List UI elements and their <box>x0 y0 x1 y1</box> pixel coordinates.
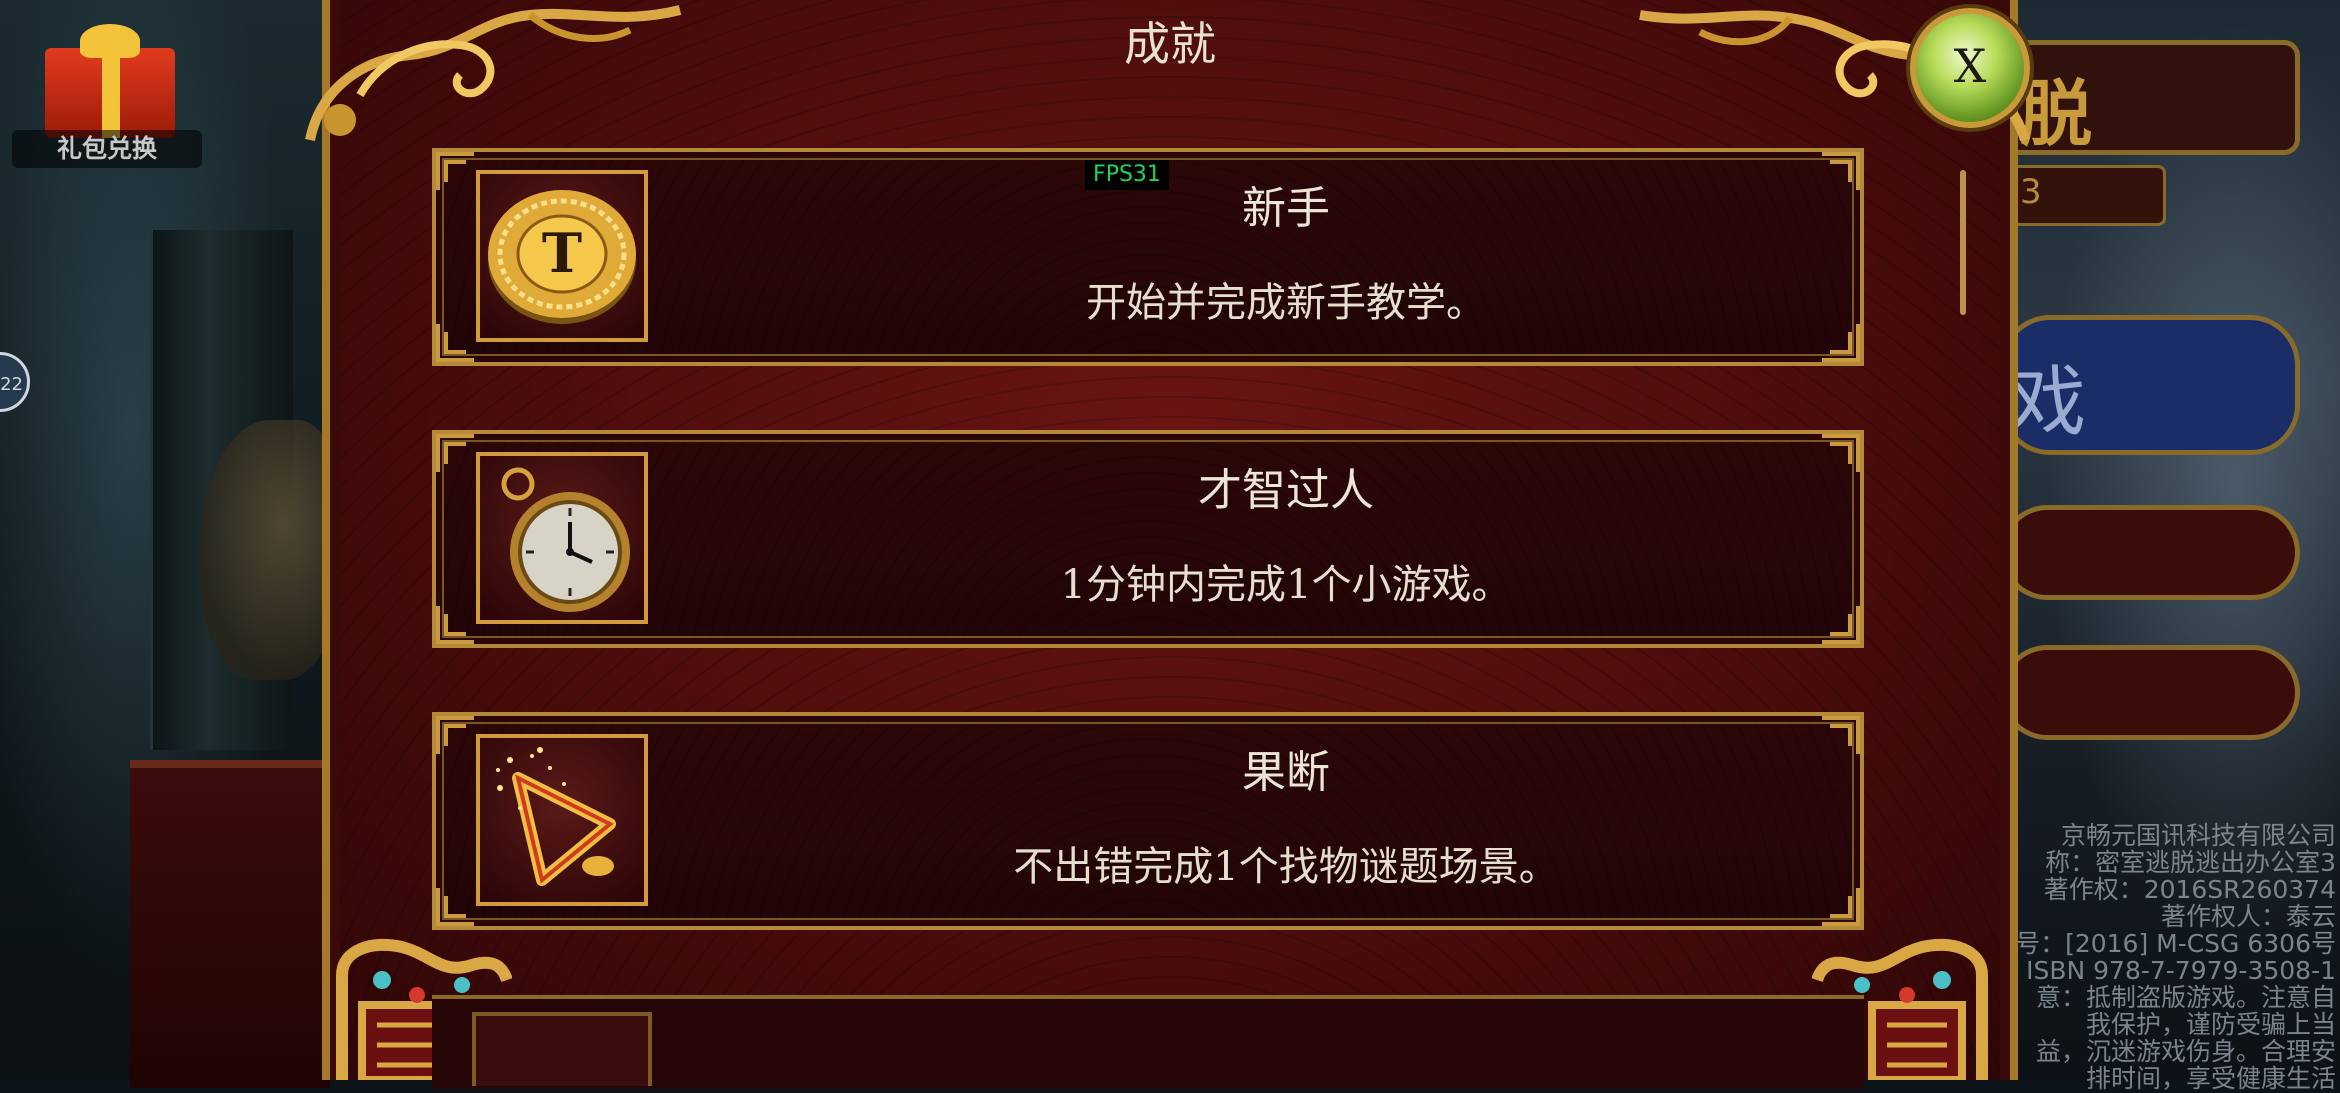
card-corner-ornament <box>1822 888 1860 926</box>
credit-line: 意：抵制盗版游戏。注意自 <box>2035 983 2336 1012</box>
gift-bow <box>80 24 140 58</box>
level-number: 3 <box>2020 172 2042 212</box>
card-corner-ornament <box>436 434 474 472</box>
achievement-description: 开始并完成新手教学。 <box>1086 280 1486 326</box>
credit-line: 号：[2016] M-CSG 6306号 <box>2015 929 2336 958</box>
gift-redeem-label[interactable]: 礼包兑换 <box>12 130 202 168</box>
achievement-card: 果断 不出错完成1个找物谜题场景。 <box>432 712 1864 930</box>
achievement-icon-frame: T <box>476 170 648 342</box>
card-corner-ornament <box>436 152 474 190</box>
menu-button-1[interactable] <box>2000 505 2300 600</box>
achievement-icon-frame-partial <box>472 1012 652 1086</box>
dialog-title: 成就 <box>1124 17 1216 71</box>
card-corner-ornament <box>1822 606 1860 644</box>
credit-line: 排时间，享受健康生活 <box>2085 1064 2336 1093</box>
credit-line: 京畅元国讯科技有限公司 <box>2060 821 2336 850</box>
background-table <box>130 760 330 1088</box>
card-corner-ornament <box>436 888 474 926</box>
pocket-watch-icon <box>501 467 630 612</box>
credit-line: 益，沉迷游戏伤身。合理安 <box>2035 1037 2336 1066</box>
achievement-title: 才智过人 <box>1198 465 1374 516</box>
achievement-title: 果断 <box>1242 747 1330 798</box>
achievement-icon-frame <box>476 734 648 906</box>
top-left-ornament <box>305 5 682 142</box>
fps-counter: FPS31 <box>1085 160 1169 190</box>
credit-line: 著作权人：泰云 <box>2160 902 2336 931</box>
menu-button-2[interactable] <box>2000 645 2300 740</box>
credit-line: 称：密室逃脱逃出办公室3 <box>2045 848 2336 877</box>
card-corner-ornament <box>436 716 474 754</box>
gift-ribbon <box>102 48 120 138</box>
achievement-card: 才智过人 1分钟内完成1个小游戏。 <box>432 430 1864 648</box>
card-corner-ornament <box>1822 324 1860 362</box>
close-button[interactable]: X <box>1910 8 2030 128</box>
card-corner-ornament <box>436 606 474 644</box>
achievement-title: 新手 <box>1242 183 1330 234</box>
svg-text:T: T <box>542 221 582 285</box>
copyright-credits: 京畅元国讯科技有限公司 称：密室逃脱逃出办公室3 著作权：2016SR26037… <box>1986 822 2336 1092</box>
background-dragon-statue <box>200 420 340 680</box>
credit-line: 我保护，谨防受骗上当 <box>2085 1010 2336 1039</box>
play-game-label: 戏 <box>2010 357 2086 446</box>
credit-line: ISBN 978-7-7979-3508-1 <box>2026 956 2336 985</box>
card-corner-ornament <box>436 324 474 362</box>
t-coin-icon: T <box>488 190 636 324</box>
achievement-description: 不出错完成1个找物谜题场景。 <box>1013 844 1559 890</box>
achievement-icon-frame <box>476 452 648 624</box>
credit-line: 著作权：2016SR260374 <box>2043 875 2336 904</box>
scrollbar[interactable] <box>1960 170 1966 315</box>
sparkle-triangle-icon <box>496 747 616 886</box>
achievement-description: 1分钟内完成1个小游戏。 <box>1060 562 1512 608</box>
